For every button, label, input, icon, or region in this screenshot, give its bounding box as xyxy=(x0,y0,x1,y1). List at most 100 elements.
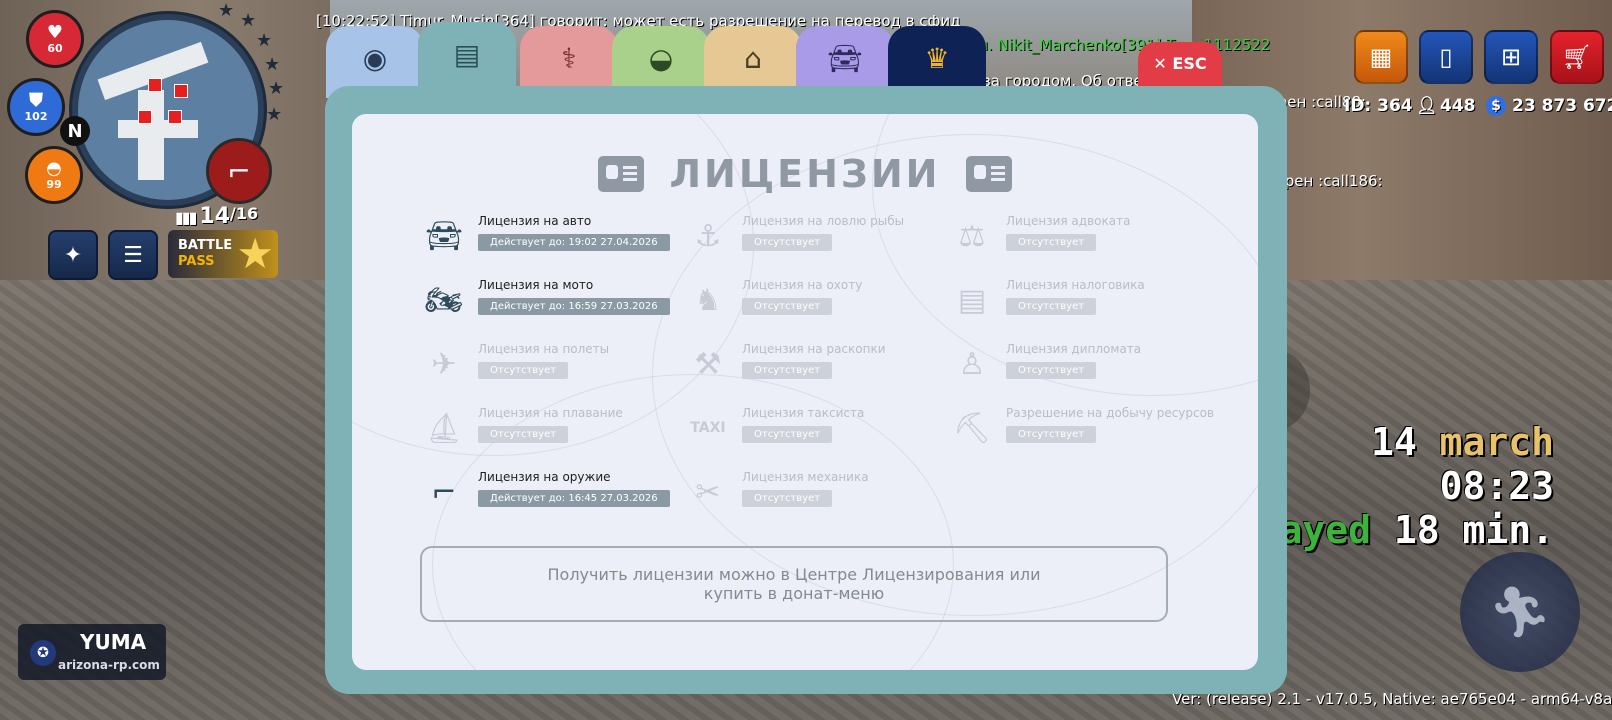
license-name: Лицензия на полеты xyxy=(478,342,610,356)
inventory-button[interactable]: ⊞ xyxy=(1484,30,1538,84)
license-name: Лицензия механика xyxy=(742,470,869,484)
map-marker xyxy=(174,84,188,98)
cart-icon: 🛒︎ xyxy=(1561,43,1593,71)
server-name: YUMA xyxy=(80,630,147,654)
license-item[interactable]: ♙ Лицензия дипломата Отсутствует xyxy=(952,340,1212,390)
license-status: Отсутствует xyxy=(478,426,569,443)
battle-pass-label: PASS xyxy=(178,254,215,269)
license-item[interactable]: ⚖ Лицензия адвоката Отсутствует xyxy=(952,212,1212,262)
houses-icon: ⌂ xyxy=(744,42,762,75)
license-item[interactable]: 🏍︎ Лицензия на мото Действует до: 16:59 … xyxy=(424,276,684,326)
star-icon: ★ xyxy=(218,0,235,21)
license-name: Лицензия на плавание xyxy=(478,406,623,420)
online-count: 448 xyxy=(1440,96,1476,116)
license-item[interactable]: ✂ Лицензия механика Отсутствует xyxy=(688,468,948,518)
license-item[interactable]: ⛵︎ Лицензия на плавание Отсутствует xyxy=(424,404,684,454)
battle-pass-button[interactable]: BATTLE PASS ★ xyxy=(168,230,278,278)
weapon-slot[interactable]: ⌐ xyxy=(206,138,272,204)
quests-button[interactable]: ✦ xyxy=(48,230,98,280)
esc-label: ESC xyxy=(1172,54,1207,73)
health-value: 60 xyxy=(47,41,63,55)
battle-pass-label: BATTLE xyxy=(178,238,233,253)
star-icon: ★ xyxy=(240,10,257,31)
license-status: Отсутствует xyxy=(1006,298,1097,315)
motorcycle-icon: 🏍︎ xyxy=(424,282,464,318)
star-icon: ★ xyxy=(236,229,274,278)
star-icon: ★ xyxy=(268,78,285,99)
dollar-icon: $ xyxy=(1486,96,1506,116)
medical-icon: ⚕ xyxy=(561,42,577,75)
server-logo-icon: ✪ xyxy=(30,640,56,666)
pistol-icon: ⌐ xyxy=(227,154,251,188)
esc-close-button[interactable]: ✕ ESC xyxy=(1138,42,1222,88)
license-item[interactable]: ♞ Лицензия на охоту Отсутствует xyxy=(688,276,948,326)
license-status: Отсутствует xyxy=(478,362,569,379)
main-menu-button[interactable]: ▦ xyxy=(1354,30,1408,84)
license-status: Отсутствует xyxy=(742,298,833,315)
license-status: Отсутствует xyxy=(742,426,833,443)
license-status: Отсутствует xyxy=(1006,362,1097,379)
tasks-button[interactable]: ☰ xyxy=(108,230,158,280)
id-card-icon xyxy=(597,156,644,192)
clock-time: 08:23 xyxy=(1439,464,1554,508)
license-item[interactable]: ⚓︎ Лицензия на ловлю рыбы Отсутствует xyxy=(688,212,948,262)
crown-icon: ♛ xyxy=(924,42,950,75)
hunger-indicator: ◓ 99 xyxy=(25,146,83,204)
document-tabs: ◉ ▤ ⚕ ◒ ⌂ 🚘︎ ♛ xyxy=(326,22,986,98)
deer-icon: ♞ xyxy=(694,282,722,318)
close-icon: ✕ xyxy=(1153,54,1173,73)
chat-line: ная. Nikit_Marchenko[391] Тел. 1112522 xyxy=(960,36,1271,54)
license-name: Лицензия дипломата xyxy=(1006,342,1142,356)
server-site: arizona-rp.com xyxy=(58,658,160,672)
license-status: Отсутствует xyxy=(742,490,833,507)
running-man-icon: 🏃︎ xyxy=(1488,582,1552,641)
license-item[interactable]: ⛏ Разрешение на добычу ресурсов Отсутств… xyxy=(952,404,1215,454)
chat-line: ирен :call186: xyxy=(1275,172,1383,190)
hud-left: ★ ★ ★ ★ ★ ★ ♥ 60 ⛊ 102 ◓ 99 N ⌐ ▮▮▮ 14/16… xyxy=(0,0,290,290)
license-status: Действует до: 16:59 27.03.2026 xyxy=(478,298,670,315)
played-time: 18 min. xyxy=(1393,508,1554,552)
license-name: Разрешение на добычу ресурсов xyxy=(1006,406,1215,420)
date-day: 14 xyxy=(1370,420,1417,464)
page-title: ЛИЦЕНЗИИ xyxy=(669,152,941,196)
armor-value: 102 xyxy=(24,109,48,123)
grid-icon: ▦ xyxy=(1369,43,1393,71)
shovel-icon: ⚒ xyxy=(694,346,722,382)
license-status: Отсутствует xyxy=(1006,426,1097,443)
plane-icon: ✈ xyxy=(431,346,457,382)
licenses-window: ЛИЦЕНЗИИ 🚘︎ Лицензия на авто Действует д… xyxy=(325,86,1287,694)
podium-icon: ♙ xyxy=(958,346,986,382)
compass-north: N xyxy=(60,116,90,146)
star-icon: ★ xyxy=(266,104,283,125)
armor-indicator: ⛊ 102 xyxy=(7,78,65,136)
star-icon: ★ xyxy=(256,30,273,51)
shop-button[interactable]: 🛒︎ xyxy=(1550,30,1604,84)
license-status: Отсутствует xyxy=(742,234,833,251)
license-item[interactable]: TAXI Лицензия таксиста Отсутствует xyxy=(688,404,948,454)
license-item[interactable]: ⚒ Лицензия на раскопки Отсутствует xyxy=(688,340,948,390)
bullets-icon: ▮▮▮ xyxy=(175,208,197,227)
license-item[interactable]: ✈ Лицензия на полеты Отсутствует xyxy=(424,340,684,390)
info-note: Получить лицензии можно в Центре Лицензи… xyxy=(420,546,1168,622)
license-name: Лицензия на оружие xyxy=(478,470,611,484)
title-row: ЛИЦЕНЗИИ xyxy=(352,152,1258,196)
sprint-button[interactable]: 🏃︎ xyxy=(1460,552,1580,672)
license-name: Лицензия на раскопки xyxy=(742,342,886,356)
info-note-line: Получить лицензии можно в Центре Лицензи… xyxy=(547,565,1041,584)
license-item[interactable]: 🚘︎ Лицензия на авто Действует до: 19:02 … xyxy=(424,212,684,262)
license-item[interactable]: ⌐ Лицензия на оружие Действует до: 16:45… xyxy=(424,468,684,518)
ammo-current: 14 xyxy=(199,204,231,229)
player-id: ID: 364 xyxy=(1344,96,1413,116)
phone-button[interactable]: ▯ xyxy=(1419,30,1473,84)
health-indicator: ♥ 60 xyxy=(26,10,84,68)
ammo-counter: ▮▮▮ 14/16 xyxy=(175,204,258,229)
license-status: Действует до: 16:45 27.03.2026 xyxy=(478,490,670,507)
licenses-panel: ЛИЦЕНЗИИ 🚘︎ Лицензия на авто Действует д… xyxy=(352,114,1258,670)
hunger-value: 99 xyxy=(46,177,62,191)
license-status: Действует до: 19:02 27.04.2026 xyxy=(478,234,670,251)
date-month: march xyxy=(1439,420,1554,464)
heart-icon: ♥ xyxy=(46,21,64,43)
license-item[interactable]: ▤ Лицензия налоговика Отсутствует xyxy=(952,276,1212,326)
id-card-icon xyxy=(966,156,1013,192)
cursor-click-icon: ✦ xyxy=(63,242,83,268)
